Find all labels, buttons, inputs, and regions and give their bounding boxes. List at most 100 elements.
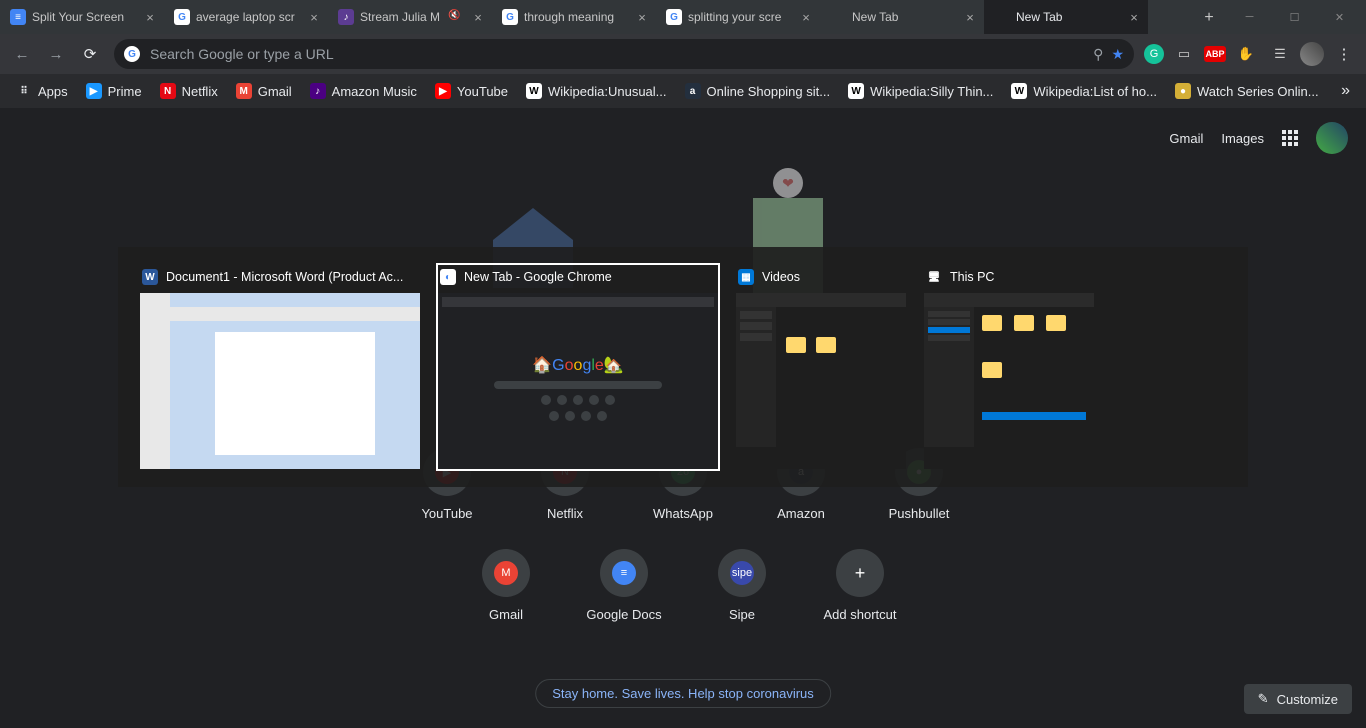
bookmark-item[interactable]: W Wikipedia:Silly Thin... [840,79,1001,103]
alttab-window-title: Document1 - Microsoft Word (Product Ac..… [166,270,403,284]
alttab-window[interactable]: WDocument1 - Microsoft Word (Product Ac.… [140,265,420,469]
alttab-window[interactable]: 🖥This PC [924,265,1094,469]
bookmark-label: Wikipedia:Unusual... [548,84,667,99]
close-tab-button[interactable]: × [306,9,322,25]
alttab-window[interactable]: ◐ New Tab - Google Chrome 🏠Google🏡 [438,265,718,469]
bookmark-item[interactable]: ●Watch Series Onlin... [1167,79,1327,103]
bookmarks-overflow-button[interactable]: » [1333,78,1358,104]
minimize-button[interactable]: ─ [1227,2,1272,32]
close-tab-button[interactable]: × [142,9,158,25]
alttab-window-title: Videos [762,270,800,284]
bookmark-item[interactable]: ▶ Prime [78,79,150,103]
window-controls: ─ ☐ ✕ [1227,0,1366,34]
alttab-window-title: New Tab - Google Chrome [464,270,612,284]
close-window-button[interactable]: ✕ [1317,2,1362,32]
bookmark-icon: ♪ [310,83,326,99]
menu-button[interactable]: ⋮ [1330,40,1358,68]
abp-extension-icon[interactable]: ABP [1204,46,1226,62]
customize-button[interactable]: ✎ Customize [1244,684,1352,714]
customize-label: Customize [1277,692,1338,707]
close-tab-button[interactable]: × [962,9,978,25]
alttab-window-header: ▦Videos [736,265,906,293]
tab-favicon: G [174,9,190,25]
bookmark-label: Watch Series Onlin... [1197,84,1319,99]
ntp-shortcut[interactable]: MGmail [462,549,550,622]
bookmark-label: Prime [108,84,142,99]
bookmark-label: Wikipedia:Silly Thin... [870,84,993,99]
profile-avatar[interactable] [1300,42,1324,66]
forward-button[interactable]: → [42,40,70,68]
reading-list-icon[interactable]: ☰ [1266,40,1294,68]
close-tab-button[interactable]: × [1126,9,1142,25]
omnibox-placeholder: Search Google or type a URL [150,46,1093,62]
reload-button[interactable]: ⟳ [76,40,104,68]
account-avatar[interactable] [1316,122,1348,154]
alttab-window[interactable]: ▦Videos [736,265,906,469]
close-tab-button[interactable]: × [798,9,814,25]
new-tab-button[interactable]: + [1195,4,1223,32]
tab-title: through meaning [524,10,630,24]
shortcut-icon: sipe [718,549,766,597]
tab-title: Stream Julia M [360,10,448,24]
gmail-link[interactable]: Gmail [1169,131,1203,146]
bookmark-icon: M [236,83,252,99]
omnibox[interactable]: G Search Google or type a URL ⚲ ★ [114,39,1134,69]
search-icon[interactable]: ⚲ [1093,46,1103,63]
bookmark-item[interactable]: ▶YouTube [427,79,516,103]
bookmark-item[interactable]: ⠿Apps [8,79,76,103]
browser-tab[interactable]: ♪ Stream Julia M🔇 × [328,0,492,34]
browser-tab[interactable]: ≡Split Your Screen× [0,0,164,34]
alttab-thumbnail [736,293,906,469]
tab-favicon: G [502,9,518,25]
shortcut-label: Netflix [547,506,583,521]
shortcut-label: WhatsApp [653,506,713,521]
alttab-window-title: This PC [950,270,994,284]
bookmark-item[interactable]: WWikipedia:Unusual... [518,79,675,103]
extension-icon[interactable]: ✋ [1232,40,1260,68]
window-titlebar: ≡Split Your Screen×Gaverage laptop scr×♪… [0,0,1366,34]
ntp-header: Gmail Images [1169,122,1348,154]
reader-extension-icon[interactable]: ▭ [1170,40,1198,68]
audio-muted-icon[interactable]: 🔇 [448,10,462,24]
images-link[interactable]: Images [1221,131,1264,146]
browser-tab[interactable]: Gaverage laptop scr× [164,0,328,34]
maximize-button[interactable]: ☐ [1272,2,1317,32]
covid-banner[interactable]: Stay home. Save lives. Help stop coronav… [535,679,831,708]
shortcut-icon: + [836,549,884,597]
pencil-icon: ✎ [1258,691,1269,707]
bookmark-icon: ▶ [86,83,102,99]
ntp-shortcut[interactable]: +Add shortcut [816,549,904,622]
google-apps-icon[interactable] [1282,130,1298,146]
shortcut-label: Pushbullet [889,506,950,521]
bookmark-item[interactable]: MGmail [228,79,300,103]
browser-tabs: ≡Split Your Screen×Gaverage laptop scr×♪… [0,0,1191,34]
bookmark-icon: N [160,83,176,99]
shortcut-label: Sipe [729,607,755,622]
bookmark-item[interactable]: aOnline Shopping sit... [677,79,839,103]
back-button[interactable]: ← [8,40,36,68]
bookmark-item[interactable]: ♪Amazon Music [302,79,425,103]
alttab-thumbnail: 🏠Google🏡 [438,293,718,469]
grammarly-extension-icon[interactable]: G [1144,44,1164,64]
bookmark-star-icon[interactable]: ★ [1111,46,1124,63]
browser-tab[interactable]: Gsplitting your scre× [656,0,820,34]
tab-title: New Tab [852,10,958,24]
tab-favicon [994,9,1010,25]
tab-title: splitting your scre [688,10,794,24]
bookmark-item[interactable]: WWikipedia:List of ho... [1003,79,1165,103]
browser-tab[interactable]: Gthrough meaning × [492,0,656,34]
bookmark-item[interactable]: NNetflix [152,79,226,103]
browser-tab[interactable]: New Tab × [820,0,984,34]
tab-favicon: ≡ [10,9,26,25]
close-tab-button[interactable]: × [470,9,486,25]
ntp-shortcut[interactable]: ≡Google Docs [580,549,668,622]
alttab-thumbnail [924,293,1094,469]
browser-tab[interactable]: New Tab× [984,0,1148,34]
close-tab-button[interactable]: × [634,9,650,25]
bookmark-icon: W [848,83,864,99]
alttab-window-icon: ◐ [440,269,456,285]
tab-favicon: ♪ [338,9,354,25]
alttab-thumbnail [140,293,420,469]
alt-tab-overlay: WDocument1 - Microsoft Word (Product Ac.… [118,247,1248,487]
ntp-shortcut[interactable]: sipe Sipe [698,549,786,622]
